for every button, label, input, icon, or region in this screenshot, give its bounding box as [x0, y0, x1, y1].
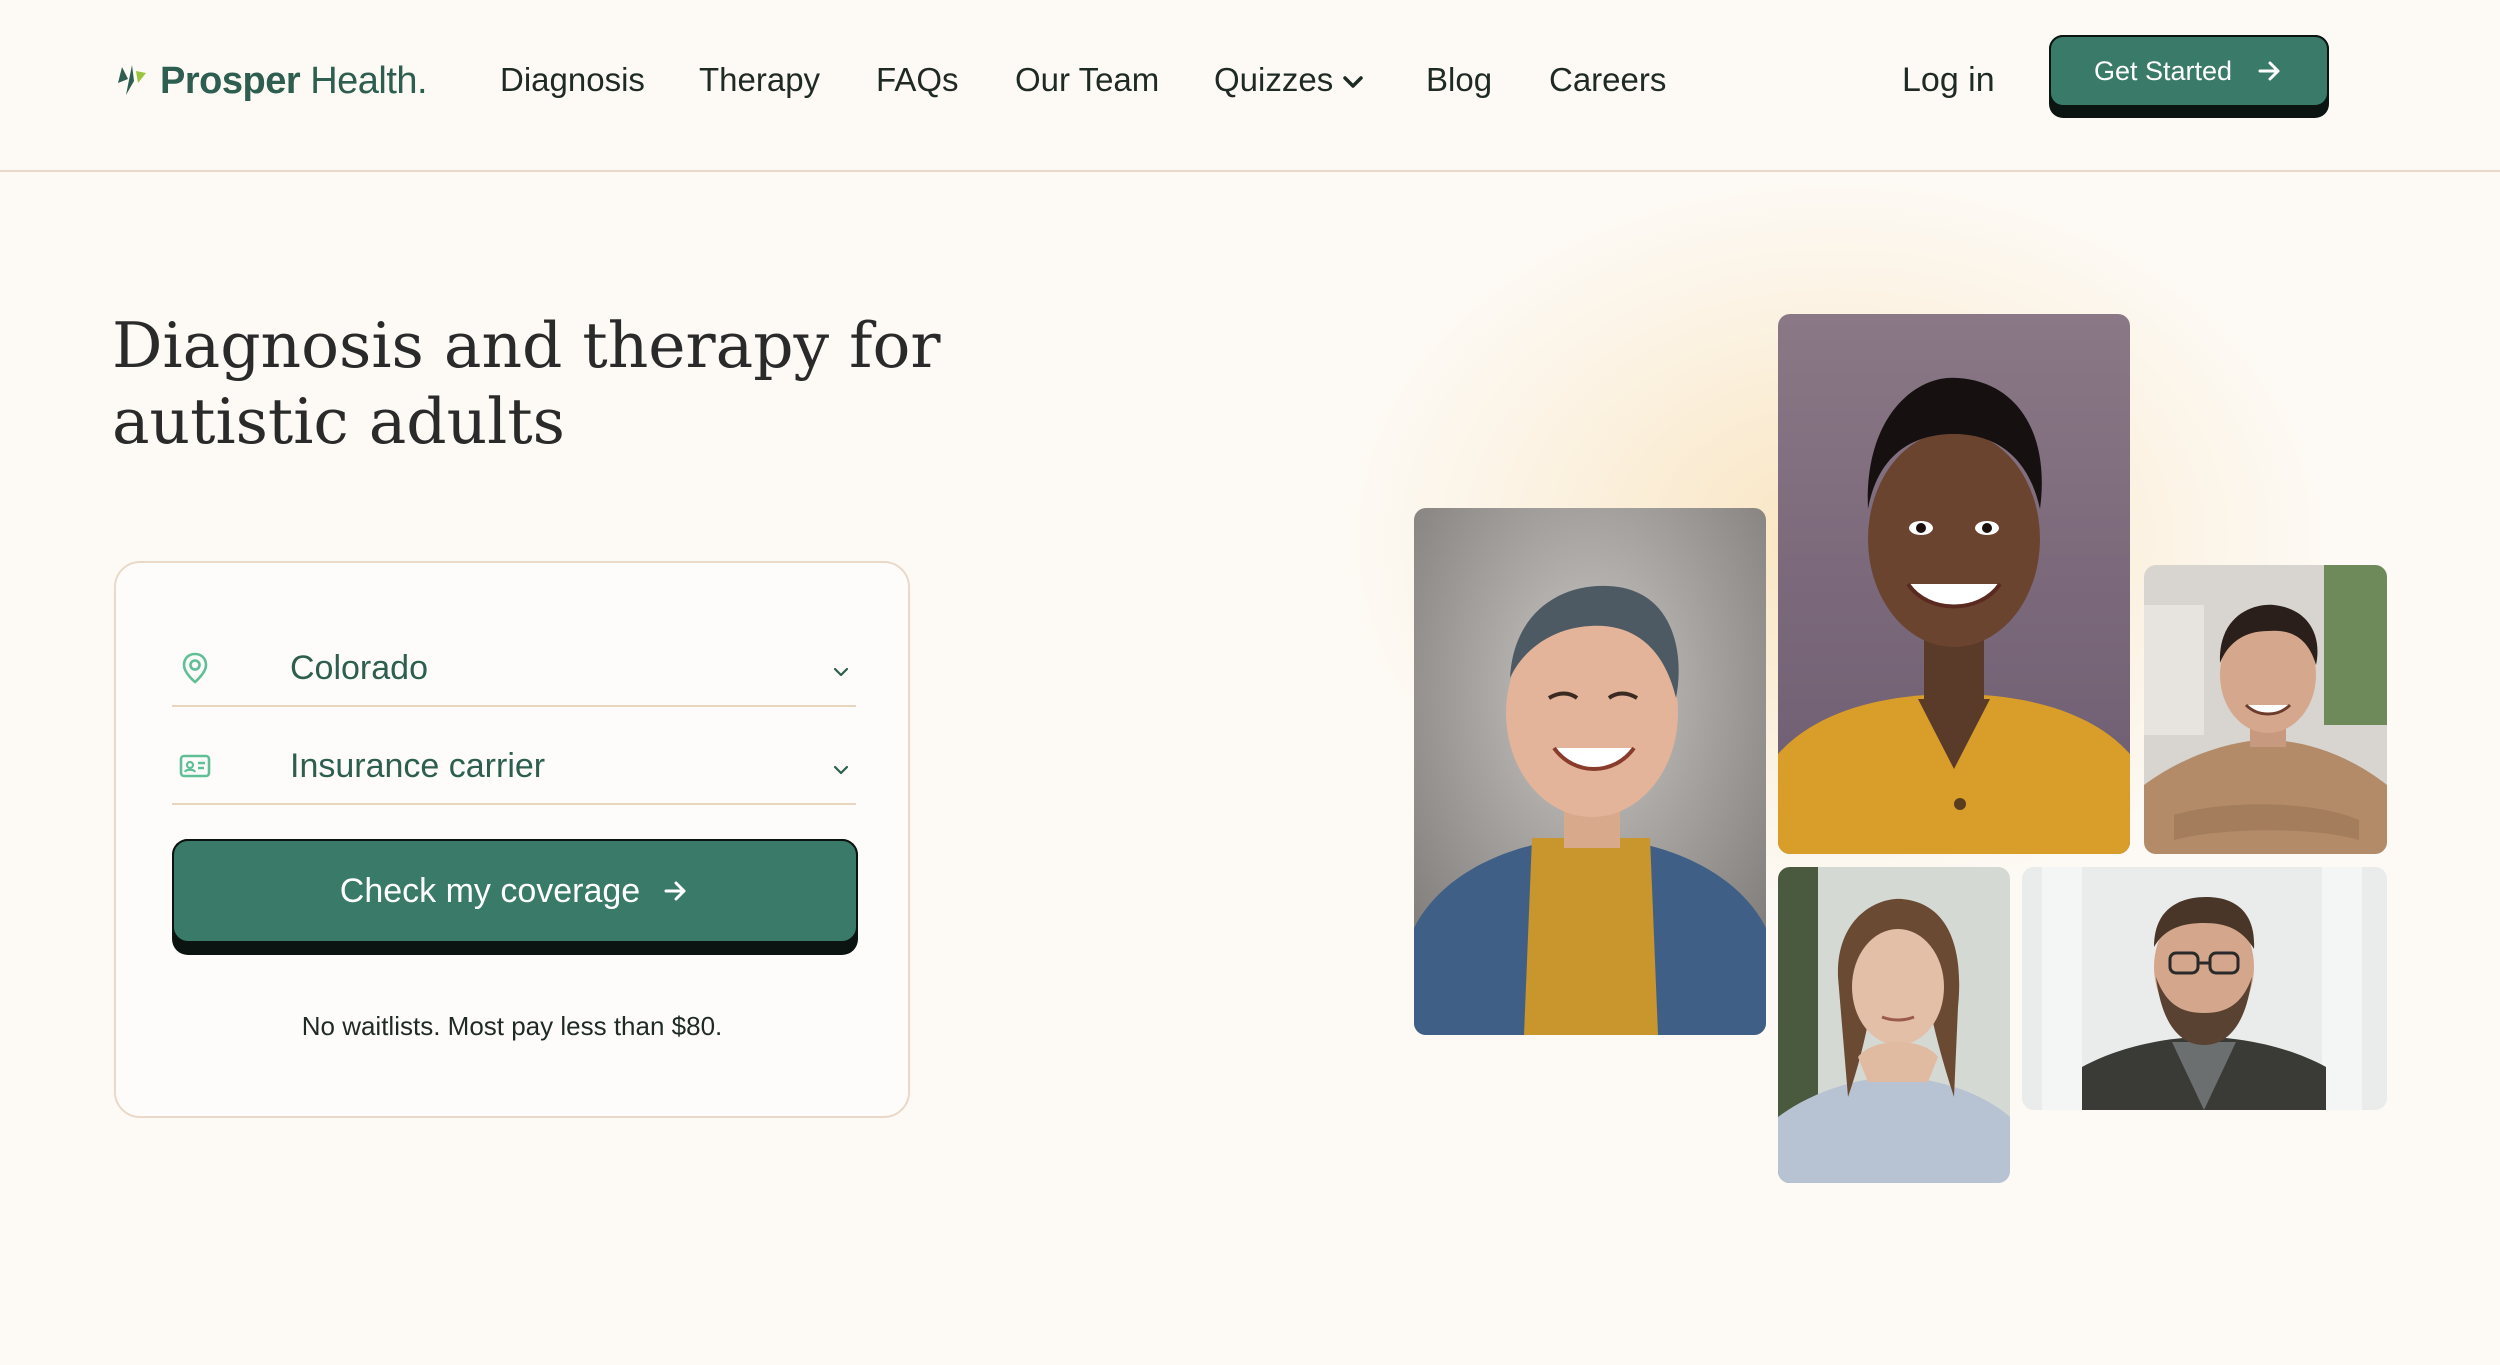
login-link[interactable]: Log in	[1902, 60, 1995, 100]
chevron-down-icon	[833, 765, 849, 775]
photo-woman-mustard-blouse	[1778, 314, 2130, 854]
nav-quizzes[interactable]: Quizzes	[1214, 60, 1365, 100]
photo-woman-chin-on-hands	[1778, 867, 2010, 1183]
nav-diagnosis[interactable]: Diagnosis	[500, 60, 645, 100]
get-started-label: Get Started	[2093, 55, 2233, 86]
site-header: Prosper Health. Diagnosis Therapy FAQs O…	[0, 0, 2500, 172]
hero-title: Diagnosis and therapy for autistic adult…	[112, 309, 941, 458]
chevron-down-icon	[1343, 76, 1363, 89]
photo-person-denim-jacket	[1414, 508, 1766, 1035]
insurance-carrier-placeholder: Insurance carrier	[290, 747, 546, 785]
photo-man-tan-sweater	[2144, 565, 2387, 854]
arrow-right-icon	[664, 881, 686, 901]
nav-therapy[interactable]: Therapy	[699, 60, 820, 100]
photo-bearded-man-glasses	[2022, 867, 2387, 1110]
prosper-leaf-icon	[118, 65, 146, 95]
state-select[interactable]: Colorado	[172, 621, 856, 707]
coverage-form-card: Colorado Insurance carrier Check my cove…	[114, 561, 910, 1118]
nav-faqs[interactable]: FAQs	[876, 60, 959, 100]
nav-careers[interactable]: Careers	[1549, 60, 1666, 100]
arrow-right-icon	[2258, 61, 2280, 81]
get-started-button-face: Get Started	[2049, 35, 2329, 107]
insurance-carrier-select[interactable]: Insurance carrier	[172, 719, 856, 805]
check-coverage-label: Check my coverage	[339, 871, 641, 910]
check-coverage-button-face: Check my coverage	[172, 839, 858, 943]
id-card-icon	[179, 754, 211, 778]
pricing-note: No waitlists. Most pay less than $80.	[301, 1011, 723, 1041]
nav-quizzes-label: Quizzes	[1214, 61, 1334, 98]
nav-blog[interactable]: Blog	[1426, 60, 1492, 100]
location-pin-icon	[182, 652, 208, 684]
get-started-button[interactable]: Get Started	[2049, 35, 2329, 118]
brand-name: Prosper Health.	[160, 59, 428, 102]
logo[interactable]: Prosper Health.	[112, 56, 428, 106]
chevron-down-icon	[833, 667, 849, 677]
check-coverage-button[interactable]: Check my coverage	[172, 839, 858, 955]
nav-our-team[interactable]: Our Team	[1015, 60, 1159, 100]
state-value: Colorado	[290, 649, 428, 687]
